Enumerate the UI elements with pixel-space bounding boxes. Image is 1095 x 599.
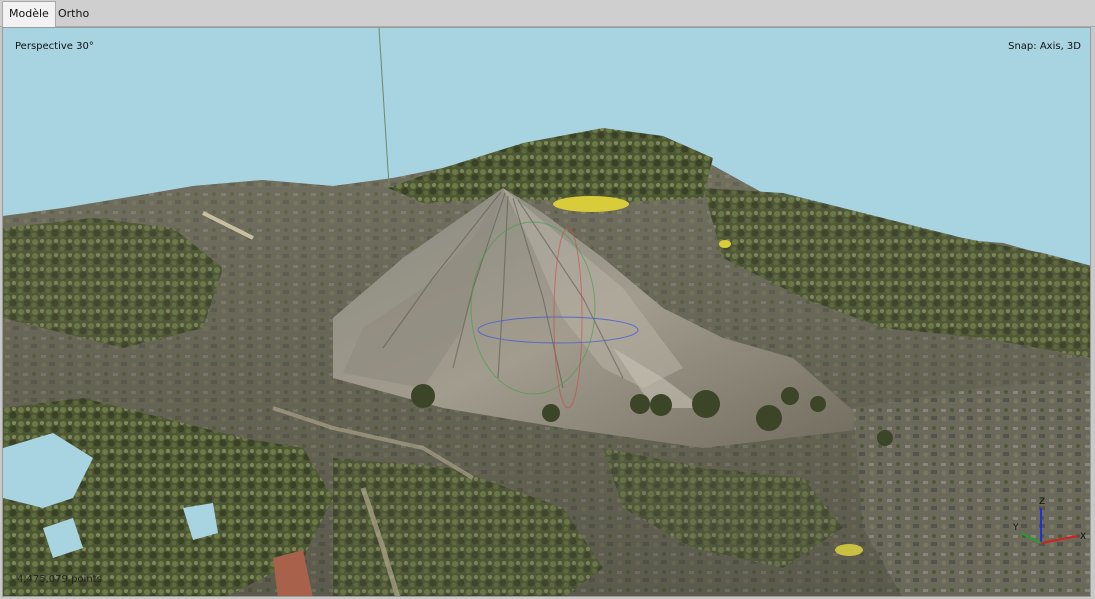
tab-ortho[interactable]: Ortho bbox=[52, 2, 95, 26]
3d-viewport[interactable]: Z Y X Perspective 30° Snap: Axis, 3D 4,4… bbox=[2, 27, 1091, 597]
view-tab-bar: Modèle Ortho bbox=[0, 0, 1095, 27]
projection-mode-label: Perspective 30° bbox=[15, 41, 94, 52]
yellow-shrub bbox=[553, 196, 629, 212]
ridge-forest bbox=[388, 128, 713, 203]
axis-y-label: Y bbox=[1012, 523, 1019, 533]
point-count-label: 4,475,079 points bbox=[17, 574, 102, 585]
tab-modele[interactable]: Modèle bbox=[2, 1, 56, 27]
axis-x-label: X bbox=[1080, 532, 1086, 542]
axis-z-label: Z bbox=[1039, 497, 1045, 507]
snap-mode-label: Snap: Axis, 3D bbox=[1008, 41, 1081, 52]
point-cloud-scene: Z Y X bbox=[3, 28, 1090, 596]
